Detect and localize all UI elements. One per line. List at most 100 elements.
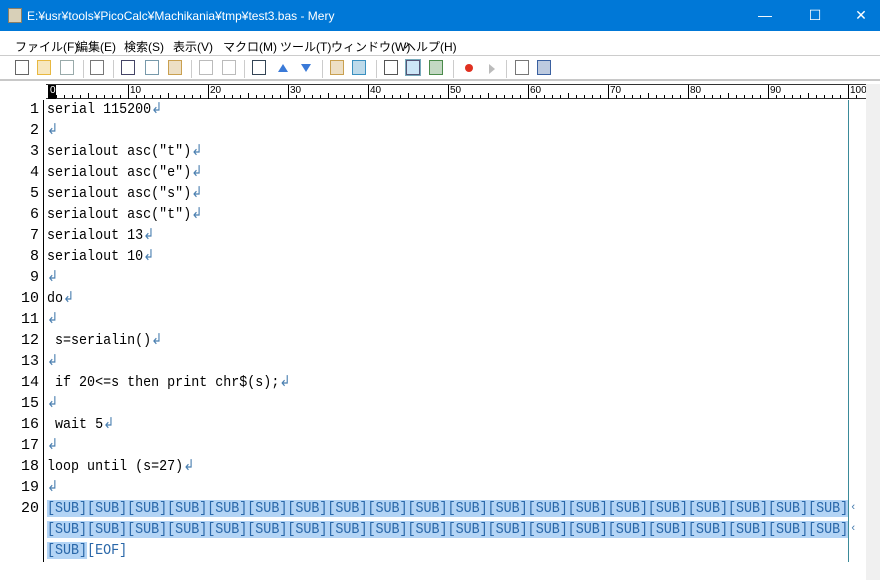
ruler-tick <box>672 95 673 98</box>
ruler-tick <box>840 95 841 98</box>
line-content: do <box>47 290 64 307</box>
editor-line: 7 serialout 13↲ <box>0 225 866 246</box>
ruler-tick <box>592 95 593 98</box>
copy-icon[interactable] <box>145 60 159 75</box>
save-icon[interactable] <box>60 60 74 75</box>
plugin-icon[interactable] <box>515 60 529 75</box>
ruler-tick <box>632 95 633 98</box>
line-number: 15 <box>20 395 39 412</box>
ruler-tick <box>88 93 89 98</box>
line-number: 11 <box>20 311 39 328</box>
menu-item[interactable]: マクロ(M) <box>223 38 277 55</box>
line-number: 7 <box>29 227 39 244</box>
ruler-tick <box>832 95 833 98</box>
ruler-tick <box>120 95 121 98</box>
new-file-icon[interactable] <box>15 60 29 75</box>
maximize-button[interactable]: ☐ <box>792 0 838 31</box>
line-content: serial 115200 <box>47 101 152 118</box>
find-icon[interactable] <box>252 60 266 75</box>
ruler-tick <box>240 95 241 98</box>
web-search-icon[interactable] <box>352 60 366 75</box>
line-content: serialout asc("t") <box>47 143 192 160</box>
newline-mark: ↲ <box>191 143 203 160</box>
ruler-tick <box>488 93 489 98</box>
menu-item[interactable]: 表示(V) <box>173 38 213 55</box>
newline-mark: ↲ <box>47 269 59 286</box>
line-number: 16 <box>20 416 39 433</box>
line-content: serialout 10 <box>47 248 144 265</box>
toolbar-separator <box>506 60 507 78</box>
ruler-label: 60 <box>528 85 541 99</box>
editor-line: 4 serialout asc("e")↲ <box>0 162 866 183</box>
line-content: s=serialin() <box>47 332 152 349</box>
menu-item[interactable]: 検索(S) <box>124 38 164 55</box>
editor-line: 3 serialout asc("t")↲ <box>0 141 866 162</box>
tag-jump-icon[interactable] <box>330 60 344 75</box>
record-macro-icon[interactable] <box>465 64 473 72</box>
editor-line: 2 ↲ <box>0 120 866 141</box>
line-number: 12 <box>20 332 39 349</box>
line-text: [SUB][SUB][SUB][SUB][SUB][SUB][SUB][SUB]… <box>47 519 849 540</box>
selected-text: [SUB][SUB][SUB][SUB][SUB][SUB][SUB][SUB]… <box>47 500 849 517</box>
line-text: [SUB][SUB][SUB][SUB][SUB][SUB][SUB][SUB]… <box>47 498 849 519</box>
menu-item[interactable]: 編集(E) <box>76 38 116 55</box>
ruler-label: 20 <box>208 85 221 99</box>
editor-line: 14 if 20<=s then print chr$(s);↲ <box>0 372 866 393</box>
ruler-label: 80 <box>688 85 701 99</box>
ruler-tick <box>64 95 65 98</box>
ruler-tick <box>496 95 497 98</box>
ruler-tick <box>80 95 81 98</box>
close-button[interactable]: ✕ <box>838 0 880 31</box>
line-text: serialout asc("t")↲ <box>47 141 202 162</box>
wrap-column-icon[interactable] <box>429 60 443 75</box>
redo-icon[interactable] <box>222 60 236 75</box>
ruler-tick <box>440 95 441 98</box>
wrap-window-icon[interactable] <box>405 59 421 76</box>
editor-line: 18 loop until (s=27)↲ <box>0 456 866 477</box>
wrap-none-icon[interactable] <box>384 60 398 75</box>
outline-icon[interactable] <box>537 60 551 75</box>
ruler-tick <box>704 95 705 98</box>
editor-line: 19 ↲ <box>0 477 866 498</box>
minimize-button[interactable]: — <box>742 0 788 31</box>
menu-item[interactable]: ヘルプ(H) <box>404 38 457 55</box>
find-next-icon[interactable] <box>301 64 311 72</box>
ruler-tick <box>728 93 729 98</box>
cut-icon[interactable] <box>121 60 135 75</box>
menu-item[interactable]: ウィンドウ(W) <box>331 38 410 55</box>
ruler-tick <box>512 95 513 98</box>
ruler-tick <box>752 95 753 98</box>
text-editor[interactable]: 1 serial 115200↲ 2 ↲ 3 serialout asc("t")↲ 4 se… <box>0 99 866 561</box>
line-text: s=serialin()↲ <box>47 330 162 351</box>
ruler-tick <box>352 95 353 98</box>
run-macro-icon[interactable] <box>489 64 495 74</box>
line-text: wait 5↲ <box>47 414 114 435</box>
ruler-tick <box>264 95 265 98</box>
undo-icon[interactable] <box>199 60 213 75</box>
open-file-icon[interactable] <box>37 60 51 75</box>
line-text: serialout asc("t")↲ <box>47 204 202 225</box>
line-text: loop until (s=27)↲ <box>47 456 194 477</box>
newline-mark: ↲ <box>63 290 75 307</box>
line-text: ↲ <box>47 393 58 414</box>
ruler-tick <box>192 95 193 98</box>
title-bar: E:¥usr¥tools¥PicoCalc¥Machikania¥tmp¥tes… <box>0 0 880 31</box>
wrap-mark: ‹ <box>850 502 857 514</box>
ruler-label: 90 <box>768 85 781 99</box>
newline-mark: ↲ <box>47 395 59 412</box>
find-previous-icon[interactable] <box>278 64 288 72</box>
ruler-tick <box>112 95 113 98</box>
line-text: serialout 13↲ <box>47 225 154 246</box>
menu-item[interactable]: ファイル(F) <box>15 38 78 55</box>
ruler-tick <box>200 95 201 98</box>
ruler-tick <box>568 93 569 98</box>
ruler-tick <box>816 95 817 98</box>
ruler-tick <box>760 95 761 98</box>
print-icon[interactable] <box>90 60 104 75</box>
menu-item[interactable]: ツール(T) <box>280 38 331 55</box>
vertical-scrollbar[interactable] <box>866 84 880 580</box>
newline-mark: ↲ <box>151 332 163 349</box>
editor-line: 5 serialout asc("s")↲ <box>0 183 866 204</box>
newline-mark: ↲ <box>191 206 203 223</box>
paste-icon[interactable] <box>168 60 182 75</box>
